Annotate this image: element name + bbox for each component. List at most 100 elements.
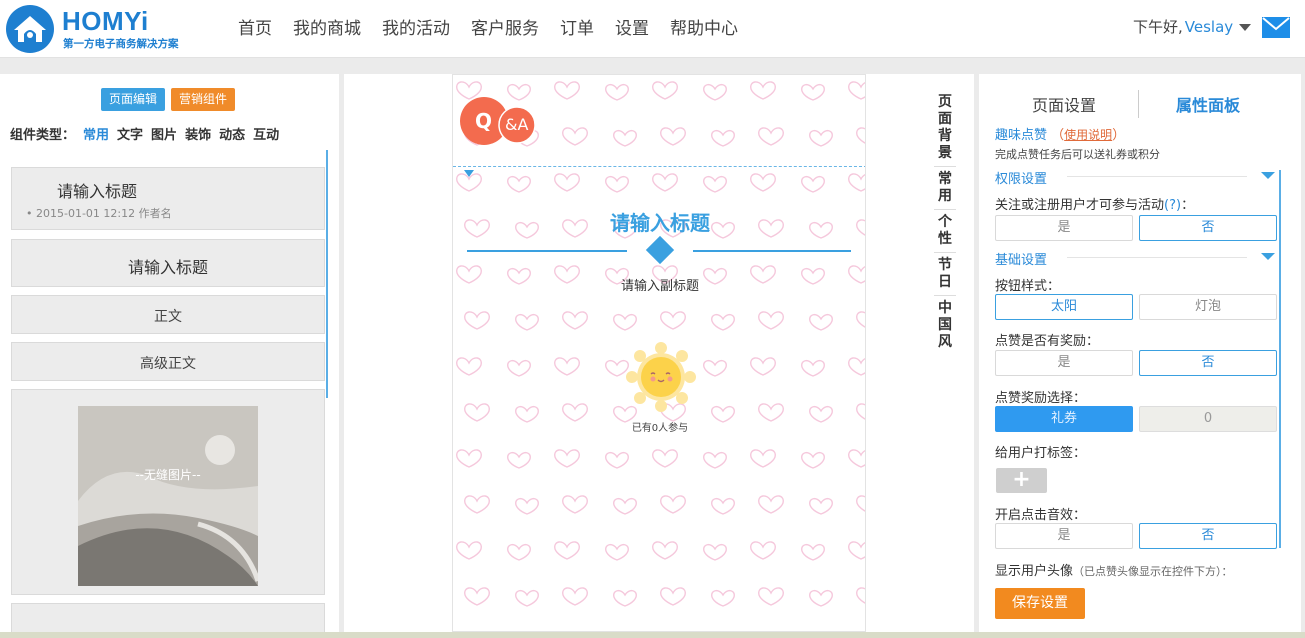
avatar-text: 显示用户头像	[995, 564, 1074, 579]
component-more[interactable]	[11, 603, 325, 632]
nav-settings[interactable]: 设置	[615, 14, 649, 39]
component-type-label: 组件类型：	[10, 128, 76, 143]
property-panel: 页面设置 属性面板 趣味点赞 （使用说明） 完成点赞任务后可以送礼券或积分 权限…	[979, 74, 1301, 632]
left-scrollbar[interactable]	[326, 150, 328, 398]
nav-orders[interactable]: 订单	[560, 14, 594, 39]
type-common[interactable]: 常用	[83, 124, 109, 143]
tile-title: 请输入标题	[127, 258, 208, 277]
tag-label: 给用户打标签：	[995, 446, 1087, 461]
sound-yes[interactable]: 是	[995, 523, 1133, 549]
bottom-strip	[0, 632, 1305, 638]
tile-label: 高级正文	[140, 356, 196, 372]
reward-coupon-option[interactable]: 礼券	[995, 406, 1133, 432]
title-line-right	[693, 250, 851, 252]
permission-colon: ：	[1181, 198, 1195, 213]
preview-subtitle[interactable]: 请输入副标题	[453, 275, 865, 294]
qa-letter-a: &A	[505, 115, 529, 134]
section-divider	[453, 166, 865, 167]
nav-my-mall[interactable]: 我的商城	[293, 14, 361, 39]
sound-no[interactable]: 否	[1139, 523, 1277, 549]
preview-title[interactable]: 请输入标题	[453, 207, 865, 236]
component-title[interactable]: 请输入标题	[11, 239, 325, 287]
component-panel: 页面编辑 营销组件 组件类型： 常用 文字 图片 装饰 动态 互动 请输入标题 …	[0, 74, 339, 632]
title-line-left	[467, 250, 627, 252]
tile-meta: • 2015-01-01 12:12 作者名	[26, 207, 172, 220]
image-placeholder-label: --无缝图片--	[135, 468, 201, 482]
sound-label: 开启点击音效：	[995, 508, 1087, 523]
tab-page-settings[interactable]: 页面设置	[1032, 92, 1096, 116]
marketing-component-button[interactable]: 营销组件	[171, 88, 236, 111]
brand-tagline: 第一方电子商务解决方案	[63, 38, 179, 50]
tab-property-panel[interactable]: 属性面板	[1176, 92, 1240, 116]
mail-icon[interactable]	[1262, 17, 1290, 38]
reward-label: 点赞是否有奖励：	[995, 334, 1100, 349]
style-bulb-option[interactable]: 灯泡	[1139, 294, 1277, 320]
permission-yes[interactable]: 是	[995, 215, 1133, 241]
section-basic[interactable]: 基础设置	[995, 249, 1047, 268]
qa-letter-q: Q	[475, 109, 493, 133]
type-text[interactable]: 文字	[117, 124, 143, 143]
section-line	[1067, 176, 1247, 177]
menu-festival[interactable]: 节日	[934, 253, 956, 296]
section-permissions[interactable]: 权限设置	[995, 168, 1047, 187]
page-edit-button[interactable]: 页面编辑	[101, 88, 166, 111]
paren-open: （	[1051, 128, 1065, 143]
caret-down-icon[interactable]	[464, 170, 474, 177]
homyi-logo-icon[interactable]	[4, 4, 56, 54]
sun-like-button-icon[interactable]	[626, 342, 696, 412]
avatar-note: （已点赞头像显示在控件下方）：	[1073, 565, 1233, 578]
menu-common[interactable]: 常用	[934, 167, 956, 210]
reward-yes[interactable]: 是	[995, 350, 1133, 376]
collapse-icon[interactable]	[1261, 253, 1275, 260]
avatar-label: 显示用户头像（已点赞头像显示在控件下方）：	[995, 560, 1233, 579]
permission-text: 关注或注册用户才可参与活动	[995, 198, 1165, 213]
settings-tabs: 页面设置 属性面板	[979, 92, 1301, 118]
reward-no[interactable]: 否	[1139, 350, 1277, 376]
preview-area: Q &A 请输入标题 请输入副标题 已有0人参与 页面背景 常用 个性 节日 中…	[344, 74, 974, 632]
permission-no[interactable]: 否	[1139, 215, 1277, 241]
button-style-label: 按钮样式：	[995, 279, 1061, 294]
style-sun-option[interactable]: 太阳	[995, 294, 1133, 320]
type-dynamic[interactable]: 动态	[219, 124, 245, 143]
menu-chinese-style[interactable]: 中国风	[934, 296, 956, 355]
help-question-icon[interactable]: (?)	[1164, 198, 1181, 213]
widget-name: 趣味点赞	[995, 128, 1048, 143]
nav-home[interactable]: 首页	[238, 14, 272, 39]
user-greeting[interactable]: 下午好, Veslay	[1133, 16, 1252, 37]
menu-personal[interactable]: 个性	[934, 210, 956, 253]
nav-customer-service[interactable]: 客户服务	[471, 14, 539, 39]
type-interactive[interactable]: 互动	[253, 124, 279, 143]
menu-page-background[interactable]: 页面背景	[934, 90, 956, 167]
permission-label: 关注或注册用户才可参与活动(?)：	[995, 194, 1194, 213]
nav-help-center[interactable]: 帮助中心	[670, 14, 738, 39]
component-seamless-image[interactable]: --无缝图片--	[11, 389, 325, 595]
add-tag-button[interactable]: +	[996, 468, 1047, 493]
component-title-with-meta[interactable]: 请输入标题 • 2015-01-01 12:12 作者名	[11, 167, 325, 230]
username[interactable]: Veslay	[1185, 18, 1233, 36]
chevron-down-icon[interactable]	[1239, 24, 1252, 31]
collapse-icon[interactable]	[1261, 172, 1275, 179]
image-placeholder-icon	[78, 406, 258, 586]
top-header: HOMYi 第一方电子商务解决方案 首页 我的商城 我的活动 客户服务 订单 设…	[0, 0, 1305, 58]
section-line	[1067, 257, 1247, 258]
reward-value-field[interactable]: 0	[1139, 406, 1277, 432]
save-settings-button[interactable]: 保存设置	[995, 588, 1085, 619]
reward-choice-label: 点赞奖励选择：	[995, 391, 1087, 406]
type-image[interactable]: 图片	[151, 124, 177, 143]
phone-preview[interactable]: Q &A 请输入标题 请输入副标题 已有0人参与	[452, 74, 866, 632]
component-body-text[interactable]: 正文	[11, 295, 325, 334]
type-decoration[interactable]: 装饰	[185, 124, 211, 143]
tile-label: 正文	[154, 309, 182, 325]
right-scrollbar[interactable]	[1279, 170, 1281, 548]
brand-name[interactable]: HOMYi	[62, 6, 149, 37]
greeting-text: 下午好,	[1133, 18, 1183, 36]
component-type-filter: 组件类型： 常用 文字 图片 装饰 动态 互动	[10, 124, 279, 143]
background-category-menu: 页面背景 常用 个性 节日 中国风	[934, 90, 956, 355]
component-advanced-text[interactable]: 高级正文	[11, 342, 325, 381]
widget-title: 趣味点赞 （使用说明）	[995, 124, 1125, 143]
tile-title: 请输入标题	[57, 182, 138, 201]
paren-close: ）	[1112, 128, 1126, 143]
usage-help-link[interactable]: 使用说明	[1064, 128, 1112, 142]
widget-description: 完成点赞任务后可以送礼券或积分	[995, 148, 1160, 161]
nav-my-activities[interactable]: 我的活动	[382, 14, 450, 39]
